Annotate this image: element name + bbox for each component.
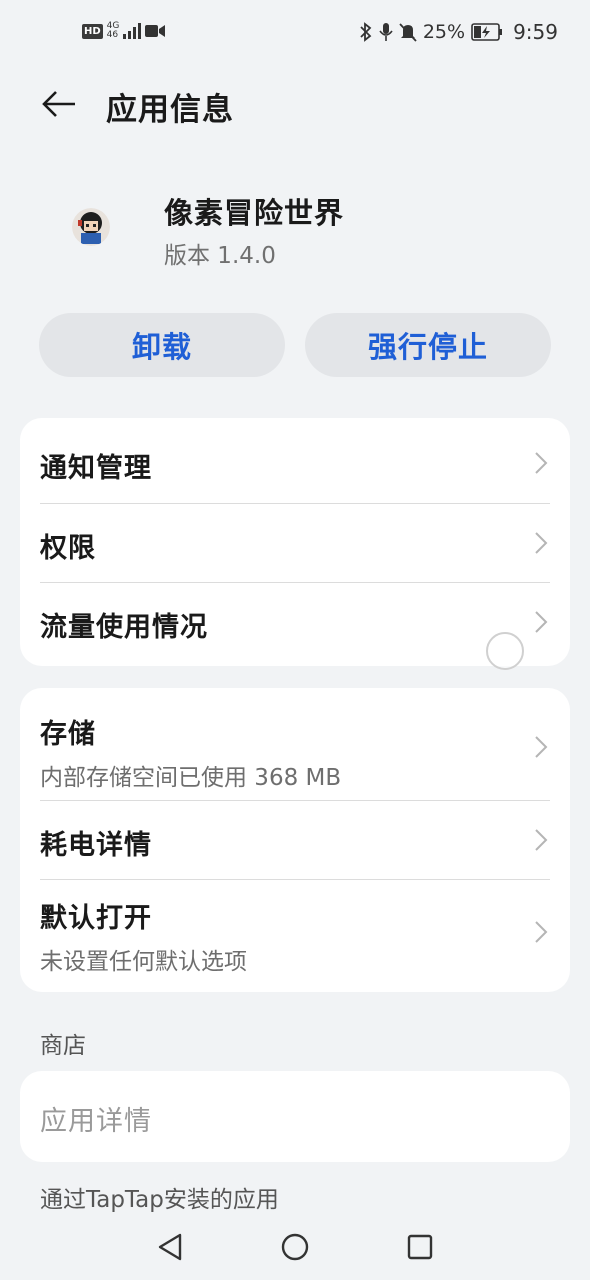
hd-badge: HD <box>82 23 103 39</box>
force-stop-button[interactable]: 强行停止 <box>305 313 551 377</box>
triangle-back-icon <box>158 1233 182 1261</box>
chevron-right-icon <box>535 921 548 943</box>
list-item-label: 存储 <box>40 719 96 750</box>
page-title: 应用信息 <box>106 92 234 128</box>
list-item-label: 通知管理 <box>40 453 152 484</box>
back-button[interactable] <box>36 82 82 126</box>
home-nav-button[interactable] <box>275 1227 315 1267</box>
battery-usage-item[interactable]: 耗电详情 <box>20 801 570 879</box>
navigation-bar <box>0 1215 590 1280</box>
signal-icon <box>123 23 142 39</box>
app-version: 版本 1.4.0 <box>164 243 276 269</box>
battery-charging-icon <box>471 23 503 41</box>
touch-indicator <box>486 632 524 670</box>
status-bar: HD 4G 46 25% 9:59 <box>0 0 590 70</box>
uninstall-button[interactable]: 卸载 <box>39 313 285 377</box>
video-icon <box>145 25 166 37</box>
list-item-label: 权限 <box>40 533 96 564</box>
bluetooth-icon <box>360 22 372 42</box>
list-item-subtitle: 内部存储空间已使用 368 MB <box>40 765 342 791</box>
install-source-note: 通过TapTap安装的应用 <box>40 1187 279 1213</box>
microphone-icon <box>379 23 393 41</box>
list-item-subtitle: 未设置任何默认选项 <box>40 949 247 975</box>
status-right: 25% 9:59 <box>359 20 558 44</box>
status-left: HD 4G 46 <box>82 21 166 40</box>
app-info: 像素冒险世界 版本 1.4.0 <box>0 180 590 280</box>
square-recents-icon <box>407 1234 433 1260</box>
chevron-right-icon <box>535 452 548 474</box>
store-section-title: 商店 <box>40 1033 86 1059</box>
permissions-item[interactable]: 权限 <box>20 504 570 582</box>
network-type: 4G 46 <box>106 21 120 40</box>
settings-group-2: 存储 内部存储空间已使用 368 MB 耗电详情 默认打开 未设置任何默认选项 <box>20 688 570 992</box>
circle-home-icon <box>281 1233 309 1261</box>
notification-management-item[interactable]: 通知管理 <box>20 418 570 503</box>
chevron-right-icon <box>535 611 548 633</box>
battery-percent: 25% <box>422 21 466 43</box>
arrow-left-icon <box>42 91 75 117</box>
chevron-right-icon <box>535 829 548 851</box>
app-details-item: 应用详情 <box>20 1071 570 1162</box>
mute-icon <box>399 23 417 42</box>
clock: 9:59 <box>513 20 558 44</box>
open-by-default-item[interactable]: 默认打开 未设置任何默认选项 <box>20 880 570 992</box>
chevron-right-icon <box>535 736 548 758</box>
app-name: 像素冒险世界 <box>164 196 345 230</box>
chevron-right-icon <box>535 532 548 554</box>
list-item-label: 默认打开 <box>40 903 152 934</box>
app-details-label: 应用详情 <box>40 1106 152 1137</box>
settings-group-1: 通知管理 权限 流量使用情况 <box>20 418 570 666</box>
app-icon <box>72 208 110 246</box>
storage-item[interactable]: 存储 内部存储空间已使用 368 MB <box>20 688 570 800</box>
list-item-label: 耗电详情 <box>40 830 152 861</box>
back-nav-button[interactable] <box>150 1227 190 1267</box>
recents-nav-button[interactable] <box>400 1227 440 1267</box>
list-item-label: 流量使用情况 <box>40 612 208 643</box>
header: 应用信息 <box>0 70 590 140</box>
